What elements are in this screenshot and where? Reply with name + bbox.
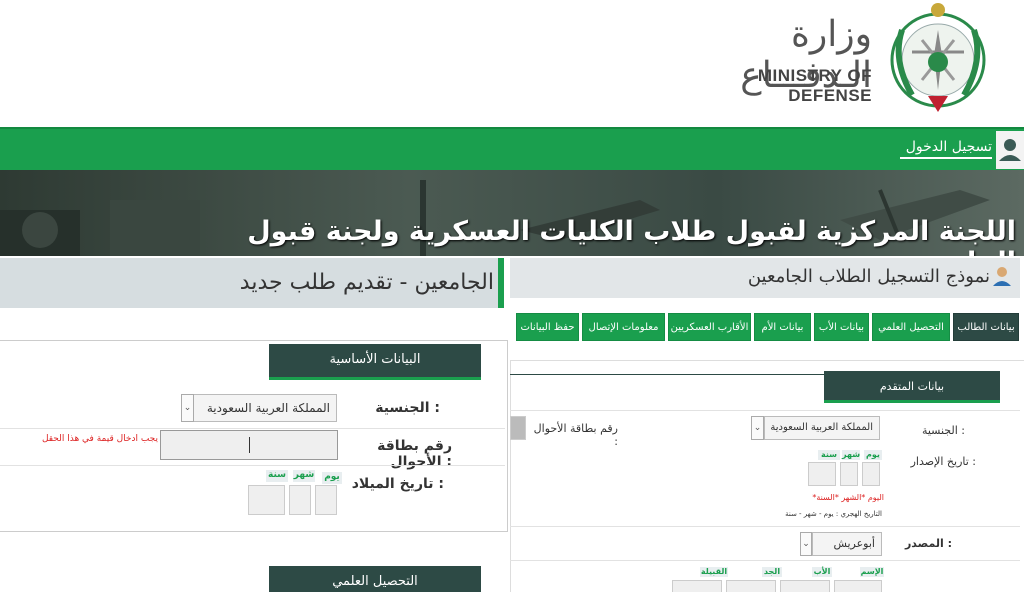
- section-basic-info: البيانات الأساسية: [269, 344, 481, 380]
- dob-label: تاريخ الميلاد :: [351, 476, 444, 492]
- user-icon: [999, 139, 1021, 161]
- ministry-emblem-icon: [890, 3, 986, 112]
- name-father-tag: الأب: [812, 567, 832, 577]
- divider: [510, 526, 1020, 527]
- tab-student-data[interactable]: بيانات الطالب: [953, 313, 1019, 341]
- right-id-label: رقم بطاقة الأحوال :: [533, 422, 618, 448]
- tab-education[interactable]: التحصيل العلمي: [872, 313, 950, 341]
- name-grandfather-input[interactable]: [726, 580, 776, 592]
- tab-military-relatives[interactable]: الأقارب العسكريين: [668, 313, 751, 341]
- issue-date-required-hint: *اليوم *الشهر *السنة: [812, 493, 884, 502]
- chevron-down-icon[interactable]: ⌄: [751, 416, 764, 440]
- divider: [510, 410, 1020, 411]
- top-nav-bar: [0, 127, 1024, 170]
- chevron-down-icon[interactable]: ⌄: [800, 532, 812, 556]
- section-applicant-data: بيانات المتقدم: [824, 371, 1000, 403]
- issue-year-tag: سنة: [818, 450, 840, 460]
- name-first-input[interactable]: [834, 580, 882, 592]
- divider: [0, 465, 505, 466]
- tab-mother-data[interactable]: بيانات الأم: [754, 313, 811, 341]
- divider: [0, 428, 505, 429]
- text-cursor: [249, 437, 250, 453]
- tab-contact-info[interactable]: معلومات الإتصال: [582, 313, 665, 341]
- logo-english-text: MINISTRY OF DEFENSE: [757, 66, 872, 105]
- right-id-input[interactable]: [510, 416, 526, 440]
- issue-month-input[interactable]: [840, 462, 858, 486]
- chevron-down-icon[interactable]: ⌄: [181, 394, 194, 422]
- tab-save-data[interactable]: حفظ البيانات: [516, 313, 579, 341]
- id-card-input[interactable]: [160, 430, 338, 460]
- login-link[interactable]: تسجيل الدخول: [900, 139, 992, 159]
- name-tribe-tag: القبيلة: [700, 567, 728, 577]
- right-nationality-select[interactable]: المملكة العربية السعودية: [764, 416, 880, 440]
- section-underline: [510, 374, 830, 375]
- nationality-select[interactable]: المملكة العربية السعودية: [193, 394, 337, 422]
- tab-father-data[interactable]: بيانات الأب: [814, 313, 869, 341]
- issue-year-input[interactable]: [808, 462, 836, 486]
- divider: [510, 560, 1020, 561]
- left-page-title: الجامعين - تقديم طلب جديد: [239, 270, 494, 295]
- right-page-title: نموذج التسجيل الطلاب الجامعين: [747, 266, 990, 287]
- dob-year-input[interactable]: [248, 485, 285, 515]
- name-grandfather-tag: الجد: [762, 567, 782, 577]
- dob-day-input[interactable]: [315, 485, 337, 515]
- issue-month-tag: شهر: [842, 450, 861, 460]
- dob-year-tag: سنة: [266, 470, 288, 482]
- right-nationality-label: الجنسية :: [921, 424, 965, 437]
- name-father-input[interactable]: [780, 580, 830, 592]
- id-error-message: يجب ادخال قيمة في هذا الحقل: [41, 434, 158, 444]
- issue-date-format-hint: التاريخ الهجري : يوم - شهر - سنة: [785, 510, 882, 518]
- user-icon-container[interactable]: [996, 131, 1024, 169]
- student-avatar-icon: [993, 267, 1011, 286]
- dob-month-input[interactable]: [289, 485, 311, 515]
- issue-date-label: تاريخ الإصدار :: [910, 455, 976, 468]
- issue-day-input[interactable]: [862, 462, 880, 486]
- nationality-label: الجنسية :: [375, 400, 440, 416]
- name-first-tag: الإسم: [860, 567, 884, 577]
- source-label: المصدر :: [904, 537, 952, 550]
- issue-day-tag: يوم: [864, 450, 882, 460]
- section-education: التحصيل العلمي: [269, 566, 481, 592]
- name-tribe-input[interactable]: [672, 580, 722, 592]
- dob-day-tag: يوم: [322, 472, 342, 484]
- dob-month-tag: شهر: [293, 470, 315, 482]
- source-select[interactable]: أبوعريش: [812, 532, 882, 556]
